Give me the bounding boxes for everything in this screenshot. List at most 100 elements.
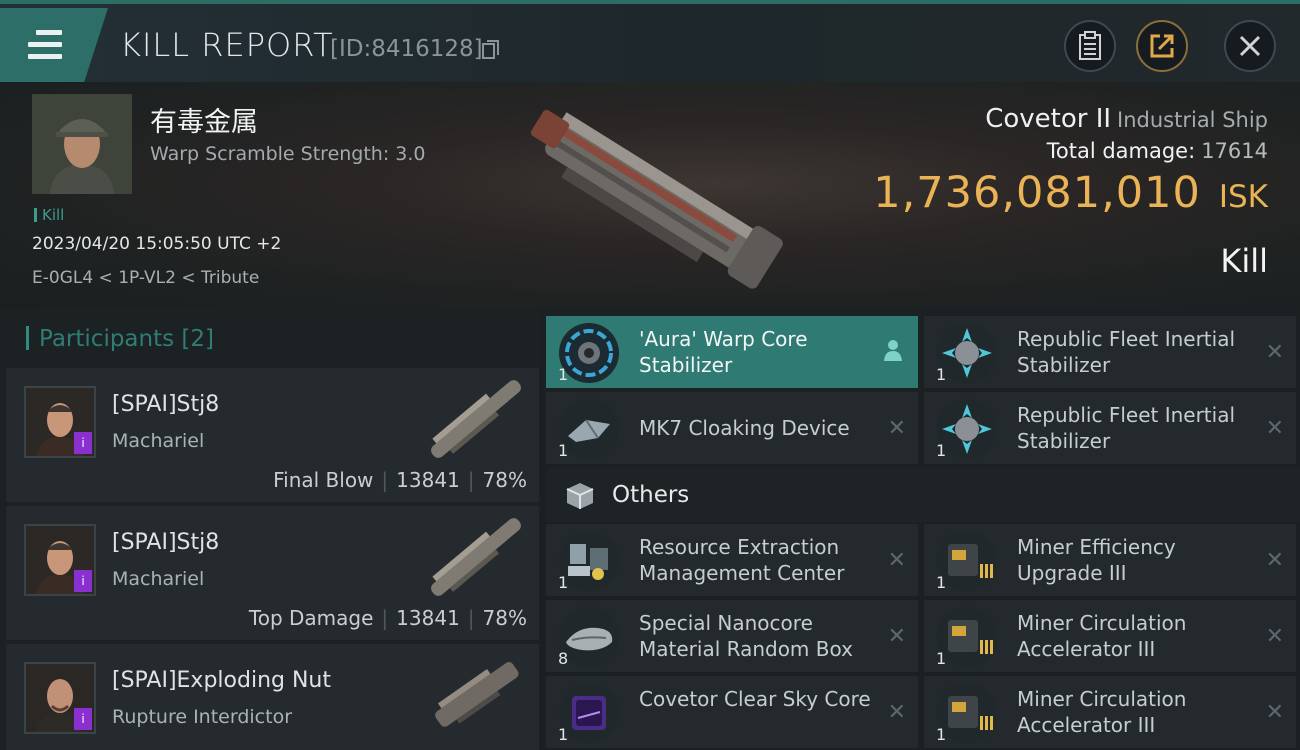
module-quantity: 1	[936, 441, 947, 460]
participants-panel: Participants [2] i [SPAI]Stj8 Machariel …	[0, 308, 540, 750]
participant-name: [SPAI]Stj8	[112, 392, 220, 417]
module-item[interactable]: 1 Republic Fleet Inertial Stabilizer ✕	[924, 392, 1296, 464]
module-quantity: 1	[936, 649, 947, 668]
module-name: 'Aura' Warp Core Stabilizer	[639, 327, 808, 377]
share-button[interactable]	[1136, 20, 1188, 72]
kill-result: Kill	[1220, 242, 1268, 280]
total-damage-value: 17614	[1201, 139, 1268, 163]
participant-percent: 78%	[482, 468, 527, 492]
participant-damage: 13841	[396, 606, 460, 630]
module-name: Miner Circulation Accelerator III	[1017, 687, 1187, 737]
close-icon: ✕	[1265, 340, 1284, 365]
participant-card[interactable]: i [SPAI]Stj8 Machariel Top Damage | 13841 |…	[6, 506, 539, 640]
warp-scramble-strength: Warp Scramble Strength: 3.0	[150, 143, 426, 165]
total-damage: Total damage: 17614	[1047, 139, 1268, 163]
close-icon: ✕	[1265, 700, 1284, 725]
modules-panel: 1 'Aura' Warp Core Stabilizer 1 Republic…	[546, 316, 1300, 750]
module-quantity: 1	[558, 365, 569, 384]
close-icon: ✕	[887, 416, 906, 441]
isk-unit: ISK	[1218, 179, 1268, 215]
participant-avatar: i	[24, 662, 96, 734]
copy-icon[interactable]	[482, 40, 500, 60]
level-badge: i	[74, 570, 92, 592]
pilot-avatar-icon	[32, 94, 132, 194]
module-quantity: 1	[936, 573, 947, 592]
menu-button[interactable]	[0, 8, 108, 82]
kill-datetime: 2023/04/20 15:05:50 UTC +2	[32, 234, 282, 254]
hamburger-icon	[28, 30, 62, 59]
module-name: Republic Fleet Inertial Stabilizer	[1017, 327, 1236, 377]
isk-value: 1,736,081,010	[873, 168, 1201, 218]
close-icon: ✕	[1265, 548, 1284, 573]
participant-card[interactable]: i [SPAI]Stj8 Machariel Final Blow | 13841 |…	[6, 368, 539, 502]
ship-type: Covetor II	[985, 104, 1112, 134]
module-name: Republic Fleet Inertial Stabilizer	[1017, 403, 1236, 453]
module-name: Special Nanocore Material Random Box	[639, 611, 853, 661]
victim-summary: 有毒金属 Warp Scramble Strength: 3.0 Kill 20…	[0, 82, 1300, 308]
module-quantity: 1	[558, 573, 569, 592]
participant-card[interactable]: i [SPAI]Exploding Nut Rupture Interdicto…	[6, 644, 539, 750]
participant-ship: Machariel	[112, 430, 205, 452]
module-item[interactable]: 1 Republic Fleet Inertial Stabilizer ✕	[924, 316, 1296, 388]
participant-avatar: i	[24, 524, 96, 596]
module-item[interactable]: 1 Miner Circulation Accelerator III ✕	[924, 600, 1296, 672]
module-quantity: 1	[558, 441, 569, 460]
top-bar: KILL REPORT [ID:8416128]	[0, 0, 1300, 82]
others-section-header: Others	[546, 468, 1300, 522]
participant-name: [SPAI]Stj8	[112, 530, 220, 555]
module-item[interactable]: 1 'Aura' Warp Core Stabilizer	[546, 316, 918, 388]
page-title: KILL REPORT	[120, 26, 334, 64]
module-name: MK7 Cloaking Device	[639, 416, 850, 440]
module-name: Miner Circulation Accelerator III	[1017, 611, 1187, 661]
module-quantity: 1	[558, 725, 569, 744]
ship-name[interactable]: Covetor II Industrial Ship	[985, 104, 1268, 134]
close-icon: ✕	[887, 624, 906, 649]
participant-ship: Rupture Interdictor	[112, 706, 292, 728]
participant-percent: 78%	[482, 606, 527, 630]
module-name: Resource Extraction Management Center	[639, 535, 845, 585]
close-icon	[1239, 35, 1261, 57]
level-badge: i	[74, 708, 92, 730]
victim-portrait[interactable]	[32, 94, 132, 194]
participant-name: [SPAI]Exploding Nut	[112, 668, 331, 693]
module-name: Covetor Clear Sky Core	[639, 687, 871, 711]
participants-header: Participants [2]	[26, 326, 214, 352]
close-icon: ✕	[1265, 416, 1284, 441]
kill-location[interactable]: E-0GL4 < 1P-VL2 < Tribute	[32, 268, 259, 288]
ship-render-icon	[431, 518, 521, 596]
close-icon: ✕	[1265, 624, 1284, 649]
participant-stats: Final Blow | 13841 | 78%	[273, 468, 527, 492]
pilot-icon	[884, 340, 902, 361]
module-quantity: 8	[558, 649, 569, 668]
close-icon: ✕	[887, 700, 906, 725]
module-item[interactable]: 1 Miner Efficiency Upgrade III ✕	[924, 524, 1296, 596]
module-item[interactable]: 1 Miner Circulation Accelerator III ✕	[924, 676, 1296, 748]
participant-role: Top Damage	[248, 606, 374, 630]
cube-icon	[566, 483, 594, 509]
module-quantity: 1	[936, 725, 947, 744]
close-icon: ✕	[887, 548, 906, 573]
module-item[interactable]: 1 Covetor Clear Sky Core ✕	[546, 676, 918, 748]
clipboard-icon	[1079, 31, 1101, 60]
level-badge: i	[74, 432, 92, 454]
ship-render-icon	[530, 109, 783, 289]
participant-avatar: i	[24, 386, 96, 458]
ship-class: Industrial Ship	[1117, 108, 1268, 132]
ship-render-icon	[431, 380, 521, 458]
module-item[interactable]: 8 Special Nanocore Material Random Box ✕	[546, 600, 918, 672]
participant-ship: Machariel	[112, 568, 205, 590]
share-icon	[1150, 34, 1174, 58]
module-item[interactable]: 1 MK7 Cloaking Device ✕	[546, 392, 918, 464]
module-item[interactable]: 1 Resource Extraction Management Center …	[546, 524, 918, 596]
others-label: Others	[612, 482, 690, 508]
close-button[interactable]	[1224, 20, 1276, 72]
kill-tag: Kill	[34, 206, 64, 224]
total-damage-label: Total damage:	[1046, 139, 1196, 163]
participant-role: Final Blow	[273, 468, 374, 492]
module-quantity: 1	[936, 365, 947, 384]
participant-damage: 13841	[396, 468, 460, 492]
participant-stats: Top Damage | 13841 | 78%	[248, 606, 527, 630]
victim-name[interactable]: 有毒金属	[150, 100, 258, 139]
ship-render-icon	[435, 662, 519, 727]
clipboard-button[interactable]	[1064, 20, 1116, 72]
